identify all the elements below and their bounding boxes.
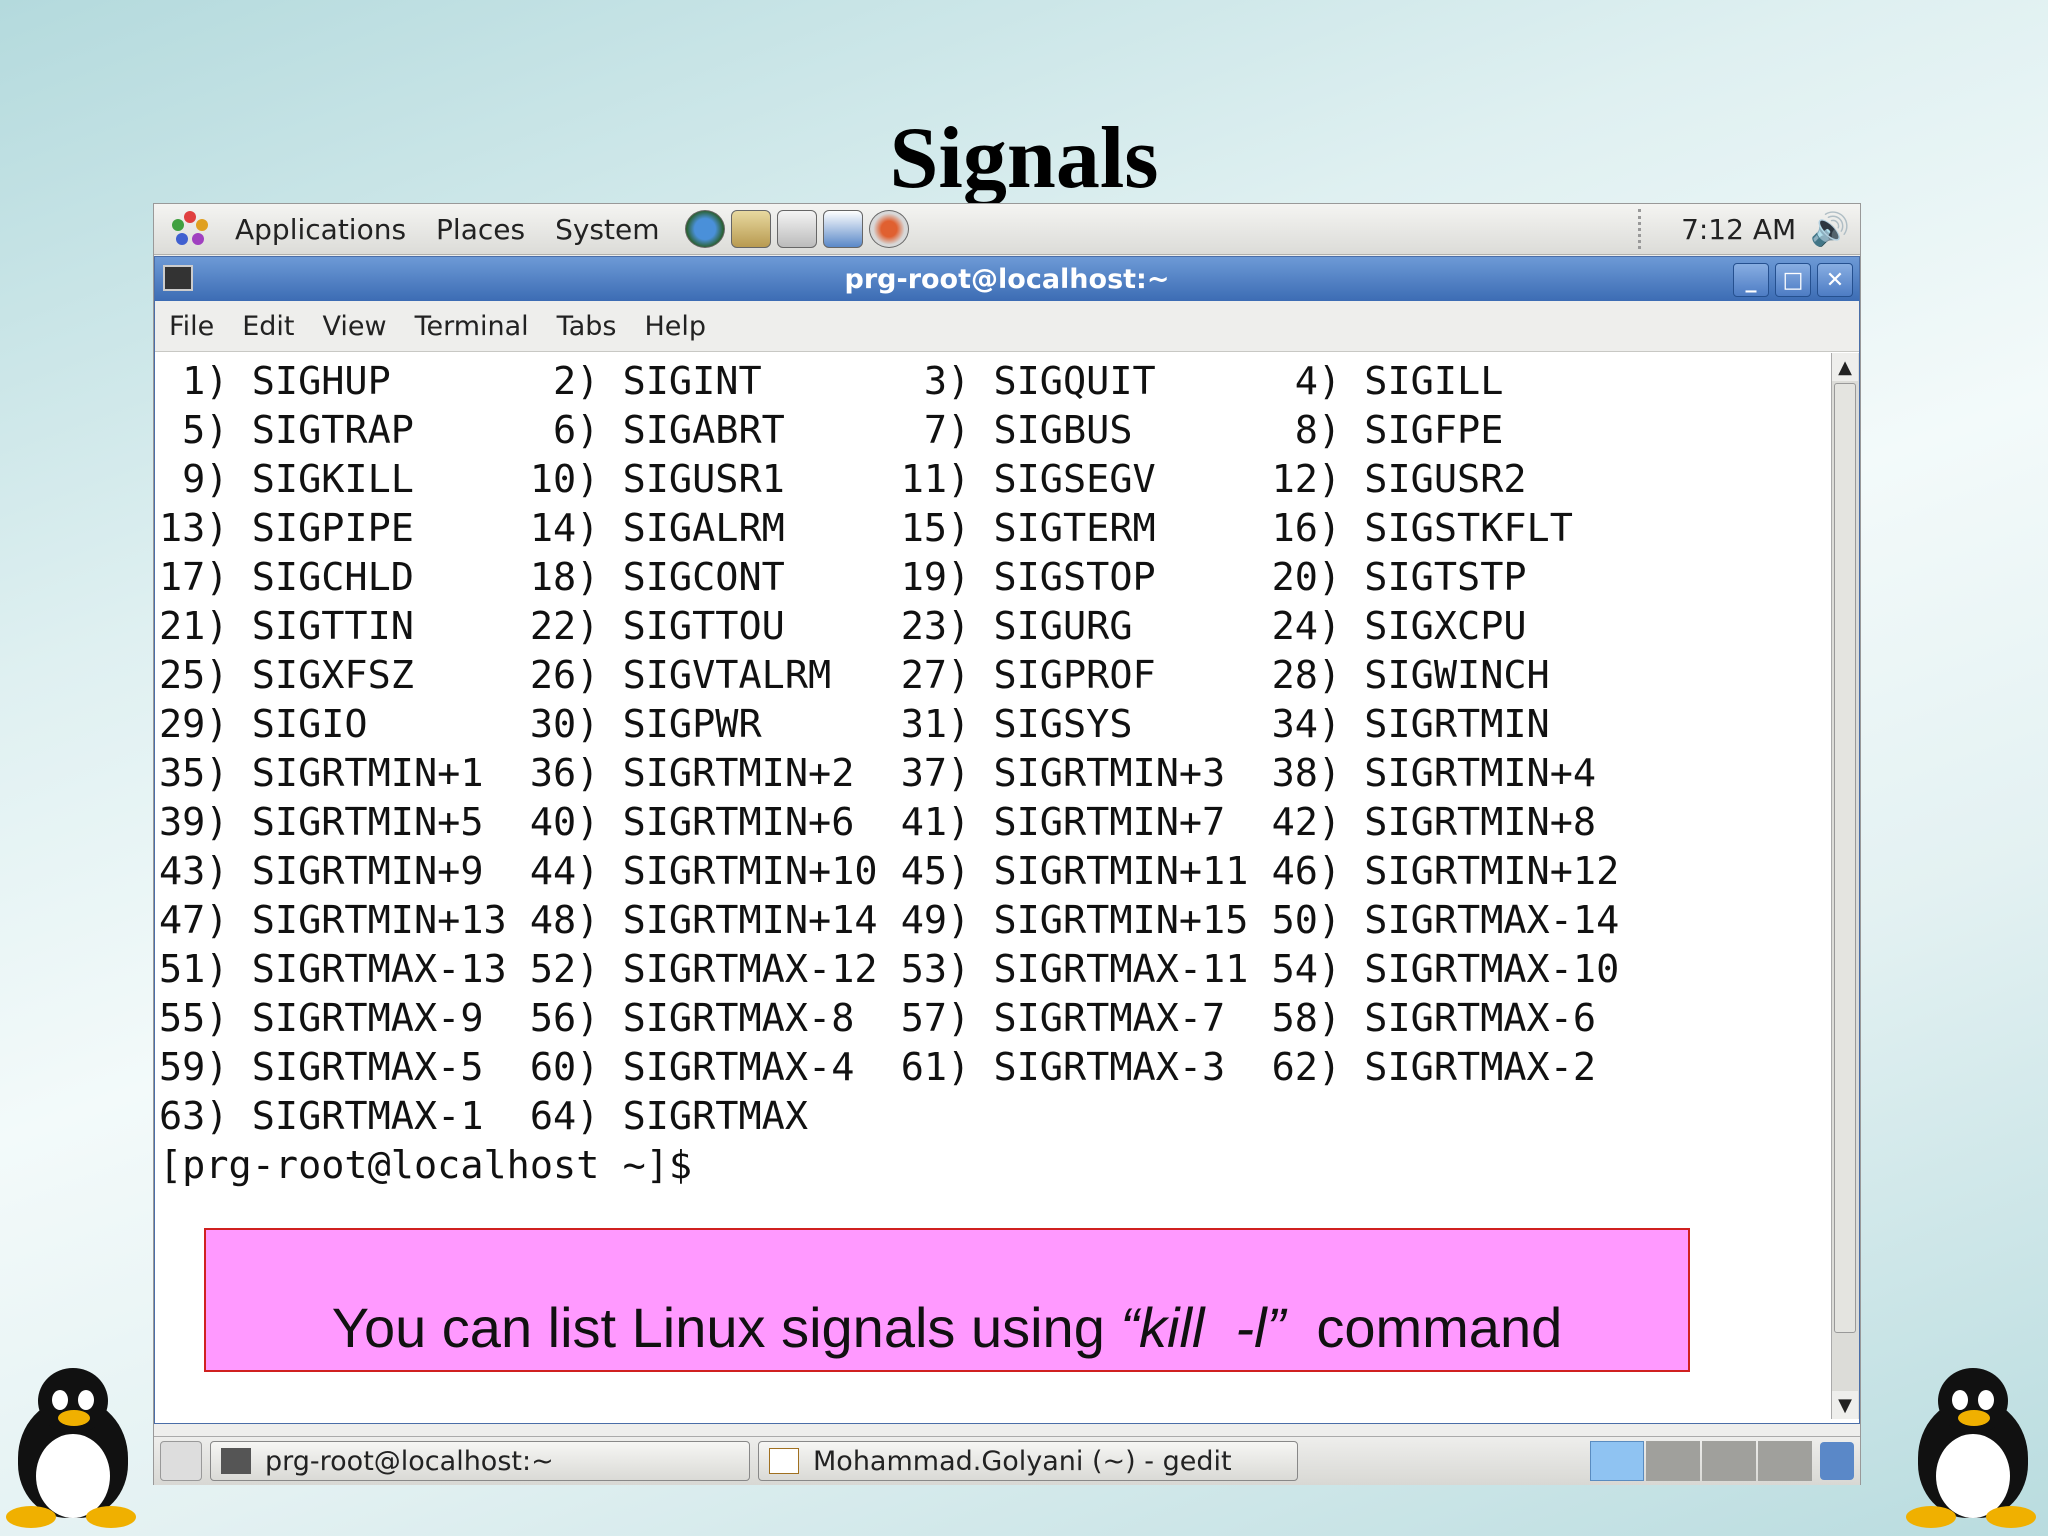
gedit-icon xyxy=(769,1448,799,1474)
menu-tabs[interactable]: Tabs xyxy=(543,311,631,342)
scroll-up-arrow-icon[interactable]: ▲ xyxy=(1832,353,1858,381)
tux-penguin-icon xyxy=(0,1368,146,1528)
menu-edit[interactable]: Edit xyxy=(228,311,308,342)
terminal-line: 1) SIGHUP 2) SIGINT 3) SIGQUIT 4) SIGILL xyxy=(159,359,1504,404)
taskbar-terminal-button[interactable]: prg-root@localhost:~ xyxy=(210,1441,750,1481)
callout-prefix: You can list Linux signals using xyxy=(331,1296,1121,1359)
scroll-down-arrow-icon[interactable]: ▼ xyxy=(1832,1391,1858,1419)
volume-icon[interactable]: 🔊 xyxy=(1810,210,1850,248)
notes-icon[interactable] xyxy=(776,210,817,248)
window-title: prg-root@localhost:~ xyxy=(844,263,1170,295)
taskbar-gedit-button[interactable]: Mohammad.Golyani (~) - gedit xyxy=(758,1441,1298,1481)
web-browser-icon[interactable] xyxy=(684,210,725,248)
workspace-4[interactable] xyxy=(1758,1441,1812,1481)
terminal-line: 17) SIGCHLD 18) SIGCONT 19) SIGSTOP 20) … xyxy=(159,555,1527,600)
presentation-icon[interactable] xyxy=(822,210,863,248)
callout-command: “kill -l” xyxy=(1120,1296,1286,1359)
panel-handle[interactable] xyxy=(1638,209,1647,249)
workspace-1[interactable] xyxy=(1590,1441,1644,1481)
menu-help[interactable]: Help xyxy=(630,311,720,342)
callout-box: You can list Linux signals using “kill -… xyxy=(204,1228,1690,1372)
terminal-line: 43) SIGRTMIN+9 44) SIGRTMIN+10 45) SIGRT… xyxy=(159,849,1620,894)
workspace-switcher xyxy=(1590,1441,1812,1481)
window-titlebar[interactable]: prg-root@localhost:~ _ □ ✕ xyxy=(155,257,1859,301)
terminal-line: 5) SIGTRAP 6) SIGABRT 7) SIGBUS 8) SIGFP… xyxy=(159,408,1504,453)
terminal-line: 47) SIGRTMIN+13 48) SIGRTMIN+14 49) SIGR… xyxy=(159,898,1620,943)
callout-suffix: command xyxy=(1285,1296,1563,1359)
workspace-2[interactable] xyxy=(1646,1441,1700,1481)
maximize-button[interactable]: □ xyxy=(1775,263,1811,297)
top-panel: Applications Places System 7:12 AM 🔊 xyxy=(154,204,1860,255)
bottom-panel: prg-root@localhost:~ Mohammad.Golyani (~… xyxy=(154,1436,1860,1485)
terminal-line: 35) SIGRTMIN+1 36) SIGRTMIN+2 37) SIGRTM… xyxy=(159,751,1597,796)
terminal-line: 63) SIGRTMAX-1 64) SIGRTMAX xyxy=(159,1094,809,1139)
terminal-line: 13) SIGPIPE 14) SIGALRM 15) SIGTERM 16) … xyxy=(159,506,1573,551)
show-desktop-icon[interactable] xyxy=(160,1441,202,1481)
terminal-menubar: File Edit View Terminal Tabs Help xyxy=(155,301,1859,352)
terminal-line: 55) SIGRTMAX-9 56) SIGRTMAX-8 57) SIGRTM… xyxy=(159,996,1597,1041)
minimize-button[interactable]: _ xyxy=(1733,263,1769,297)
menu-file[interactable]: File xyxy=(155,311,228,342)
terminal-line: 39) SIGRTMIN+5 40) SIGRTMIN+6 41) SIGRTM… xyxy=(159,800,1597,845)
taskbar-terminal-label: prg-root@localhost:~ xyxy=(265,1445,554,1477)
menu-places[interactable]: Places xyxy=(421,213,540,246)
tux-penguin-icon xyxy=(1900,1368,2046,1528)
update-icon[interactable] xyxy=(868,210,909,248)
menu-system[interactable]: System xyxy=(540,213,674,246)
terminal-line: 51) SIGRTMAX-13 52) SIGRTMAX-12 53) SIGR… xyxy=(159,947,1620,992)
slide-title: Signals xyxy=(889,110,1159,207)
gnome-foot-icon[interactable] xyxy=(170,209,210,249)
taskbar-gedit-label: Mohammad.Golyani (~) - gedit xyxy=(813,1445,1232,1477)
workspace-3[interactable] xyxy=(1702,1441,1756,1481)
trash-icon[interactable] xyxy=(1820,1442,1854,1480)
terminal-line: 59) SIGRTMAX-5 60) SIGRTMAX-4 61) SIGRTM… xyxy=(159,1045,1597,1090)
terminal-line: 29) SIGIO 30) SIGPWR 31) SIGSYS 34) SIGR… xyxy=(159,702,1550,747)
scroll-thumb[interactable] xyxy=(1834,383,1856,1333)
terminal-scrollbar[interactable]: ▲ ▼ xyxy=(1831,353,1859,1419)
clock[interactable]: 7:12 AM xyxy=(1681,213,1796,246)
menu-terminal[interactable]: Terminal xyxy=(401,311,543,342)
close-button[interactable]: ✕ xyxy=(1817,263,1853,297)
terminal-line: 25) SIGXFSZ 26) SIGVTALRM 27) SIGPROF 28… xyxy=(159,653,1550,698)
email-icon[interactable] xyxy=(730,210,771,248)
shell-prompt: [prg-root@localhost ~]$ xyxy=(159,1143,693,1188)
terminal-icon xyxy=(221,1448,251,1474)
menu-applications[interactable]: Applications xyxy=(220,213,421,246)
terminal-line: 21) SIGTTIN 22) SIGTTOU 23) SIGURG 24) S… xyxy=(159,604,1527,649)
terminal-line: 9) SIGKILL 10) SIGUSR1 11) SIGSEGV 12) S… xyxy=(159,457,1527,502)
menu-view[interactable]: View xyxy=(308,311,400,342)
terminal-icon[interactable] xyxy=(163,265,193,291)
